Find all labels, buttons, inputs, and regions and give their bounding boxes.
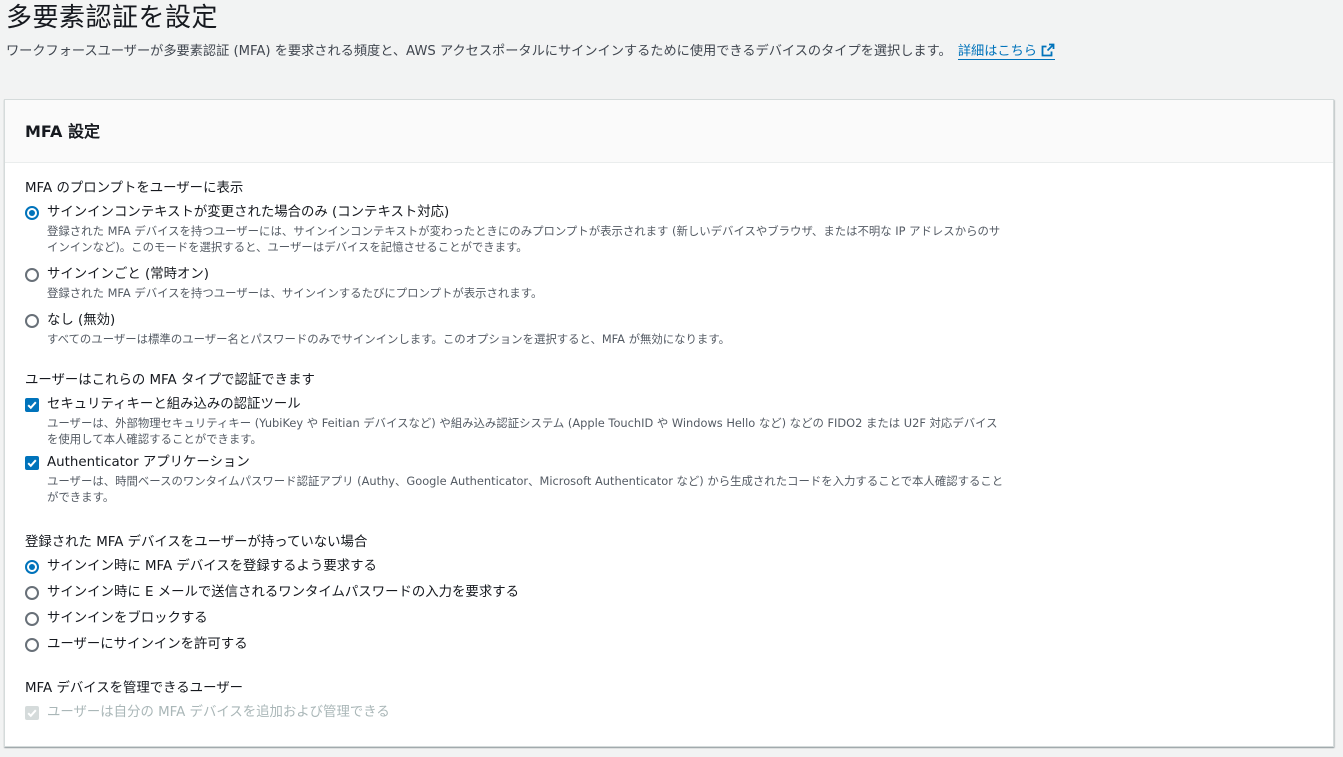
panel-header: MFA 設定 — [5, 100, 1333, 163]
radio-option-block-signin[interactable]: サインインをブロックする — [25, 609, 1007, 629]
checkbox-self-manage — [25, 706, 39, 720]
prompt-mode-group: MFA のプロンプトをユーザーに表示 サインインコンテキストが変更された場合のみ… — [25, 179, 1007, 357]
manage-devices-group: MFA デバイスを管理できるユーザー ユーザーは自分の MFA デバイスを追加お… — [25, 679, 1007, 729]
option-description: ユーザーは、外部物理セキュリティキー (YubiKey や Feitian デバ… — [47, 416, 998, 446]
radio-option-allow-signin[interactable]: ユーザーにサインインを許可する — [25, 635, 1007, 655]
radio-button-context-aware[interactable] — [25, 206, 39, 220]
option-description: すべてのユーザーは標準のユーザー名とパスワードのみでサインインします。このオプシ… — [47, 332, 730, 346]
page-title: 多要素認証を設定 — [6, 3, 219, 33]
radio-option-disabled[interactable]: なし (無効) すべてのユーザーは標準のユーザー名とパスワードのみでサインインし… — [25, 311, 1007, 347]
radio-button-allow-signin[interactable] — [25, 638, 39, 652]
radio-button-email-otp[interactable] — [25, 586, 39, 600]
prompt-mode-label: MFA のプロンプトをユーザーに表示 — [25, 181, 244, 196]
mfa-types-group: ユーザーはこれらの MFA タイプで認証できます セキュリティキーと組み込みの認… — [25, 371, 1007, 511]
checkbox-option-self-manage: ユーザーは自分の MFA デバイスを追加および管理できる — [25, 703, 1007, 723]
option-label: ユーザーは自分の MFA デバイスを追加および管理できる — [47, 705, 390, 720]
option-label[interactable]: ユーザーにサインインを許可する — [47, 635, 1007, 655]
option-label[interactable]: サインインコンテキストが変更された場合のみ (コンテキスト対応) — [47, 203, 1007, 223]
no-device-group: 登録された MFA デバイスをユーザーが持っていない場合 サインイン時に MFA… — [25, 533, 1007, 661]
radio-button-block-signin[interactable] — [25, 612, 39, 626]
page-description: ワークフォースユーザーが多要素認証 (MFA) を要求される頻度と、AWS アク… — [6, 42, 1055, 62]
option-label[interactable]: サインイン時に E メールで送信されるワンタイムパスワードの入力を要求する — [47, 583, 1007, 603]
option-description: 登録された MFA デバイスを持つユーザーには、サインインコンテキストが変わった… — [47, 224, 1001, 254]
no-device-label: 登録された MFA デバイスをユーザーが持っていない場合 — [25, 535, 368, 550]
check-icon — [27, 401, 37, 410]
radio-button-require-register[interactable] — [25, 560, 39, 574]
radio-option-always-on[interactable]: サインインごと (常時オン) 登録された MFA デバイスを持つユーザーは、サイ… — [25, 265, 1007, 301]
check-icon — [27, 709, 37, 718]
option-description: 登録された MFA デバイスを持つユーザーは、サインインするたびにプロンプトが表… — [47, 286, 543, 300]
radio-option-email-otp[interactable]: サインイン時に E メールで送信されるワンタイムパスワードの入力を要求する — [25, 583, 1007, 603]
option-label[interactable]: サインイン時に MFA デバイスを登録するよう要求する — [47, 557, 1007, 577]
option-label[interactable]: サインインをブロックする — [47, 609, 1007, 629]
radio-button-always-on[interactable] — [25, 268, 39, 282]
radio-option-require-register[interactable]: サインイン時に MFA デバイスを登録するよう要求する — [25, 557, 1007, 577]
radio-button-disabled[interactable] — [25, 314, 39, 328]
mfa-types-label: ユーザーはこれらの MFA タイプで認証できます — [25, 373, 315, 388]
checkbox-option-security-keys[interactable]: セキュリティキーと組み込みの認証ツール ユーザーは、外部物理セキュリティキー (… — [25, 395, 1007, 447]
learn-more-link[interactable]: 詳細はこちら — [957, 43, 1055, 60]
option-label[interactable]: Authenticator アプリケーション — [47, 453, 1007, 473]
checkbox-option-authenticator-app[interactable]: Authenticator アプリケーション ユーザーは、時間ベースのワンタイム… — [25, 453, 1007, 505]
manage-devices-label: MFA デバイスを管理できるユーザー — [25, 681, 243, 696]
mfa-settings-panel: MFA 設定 MFA のプロンプトをユーザーに表示 サインインコンテキストが変更… — [4, 99, 1334, 747]
option-label[interactable]: セキュリティキーと組み込みの認証ツール — [47, 395, 1007, 415]
option-label[interactable]: サインインごと (常時オン) — [47, 265, 1007, 285]
check-icon — [27, 459, 37, 468]
panel-title: MFA 設定 — [25, 122, 100, 141]
checkbox-authenticator-app[interactable] — [25, 456, 39, 470]
radio-option-context-aware[interactable]: サインインコンテキストが変更された場合のみ (コンテキスト対応) 登録された M… — [25, 203, 1007, 255]
external-link-icon — [1041, 43, 1055, 57]
option-label[interactable]: なし (無効) — [47, 311, 1007, 331]
option-description: ユーザーは、時間ベースのワンタイムパスワード認証アプリ (Authy、Googl… — [47, 474, 1004, 504]
page-description-text: ワークフォースユーザーが多要素認証 (MFA) を要求される頻度と、AWS アク… — [6, 44, 952, 59]
learn-more-label: 詳細はこちら — [957, 44, 1037, 59]
checkbox-security-keys[interactable] — [25, 398, 39, 412]
